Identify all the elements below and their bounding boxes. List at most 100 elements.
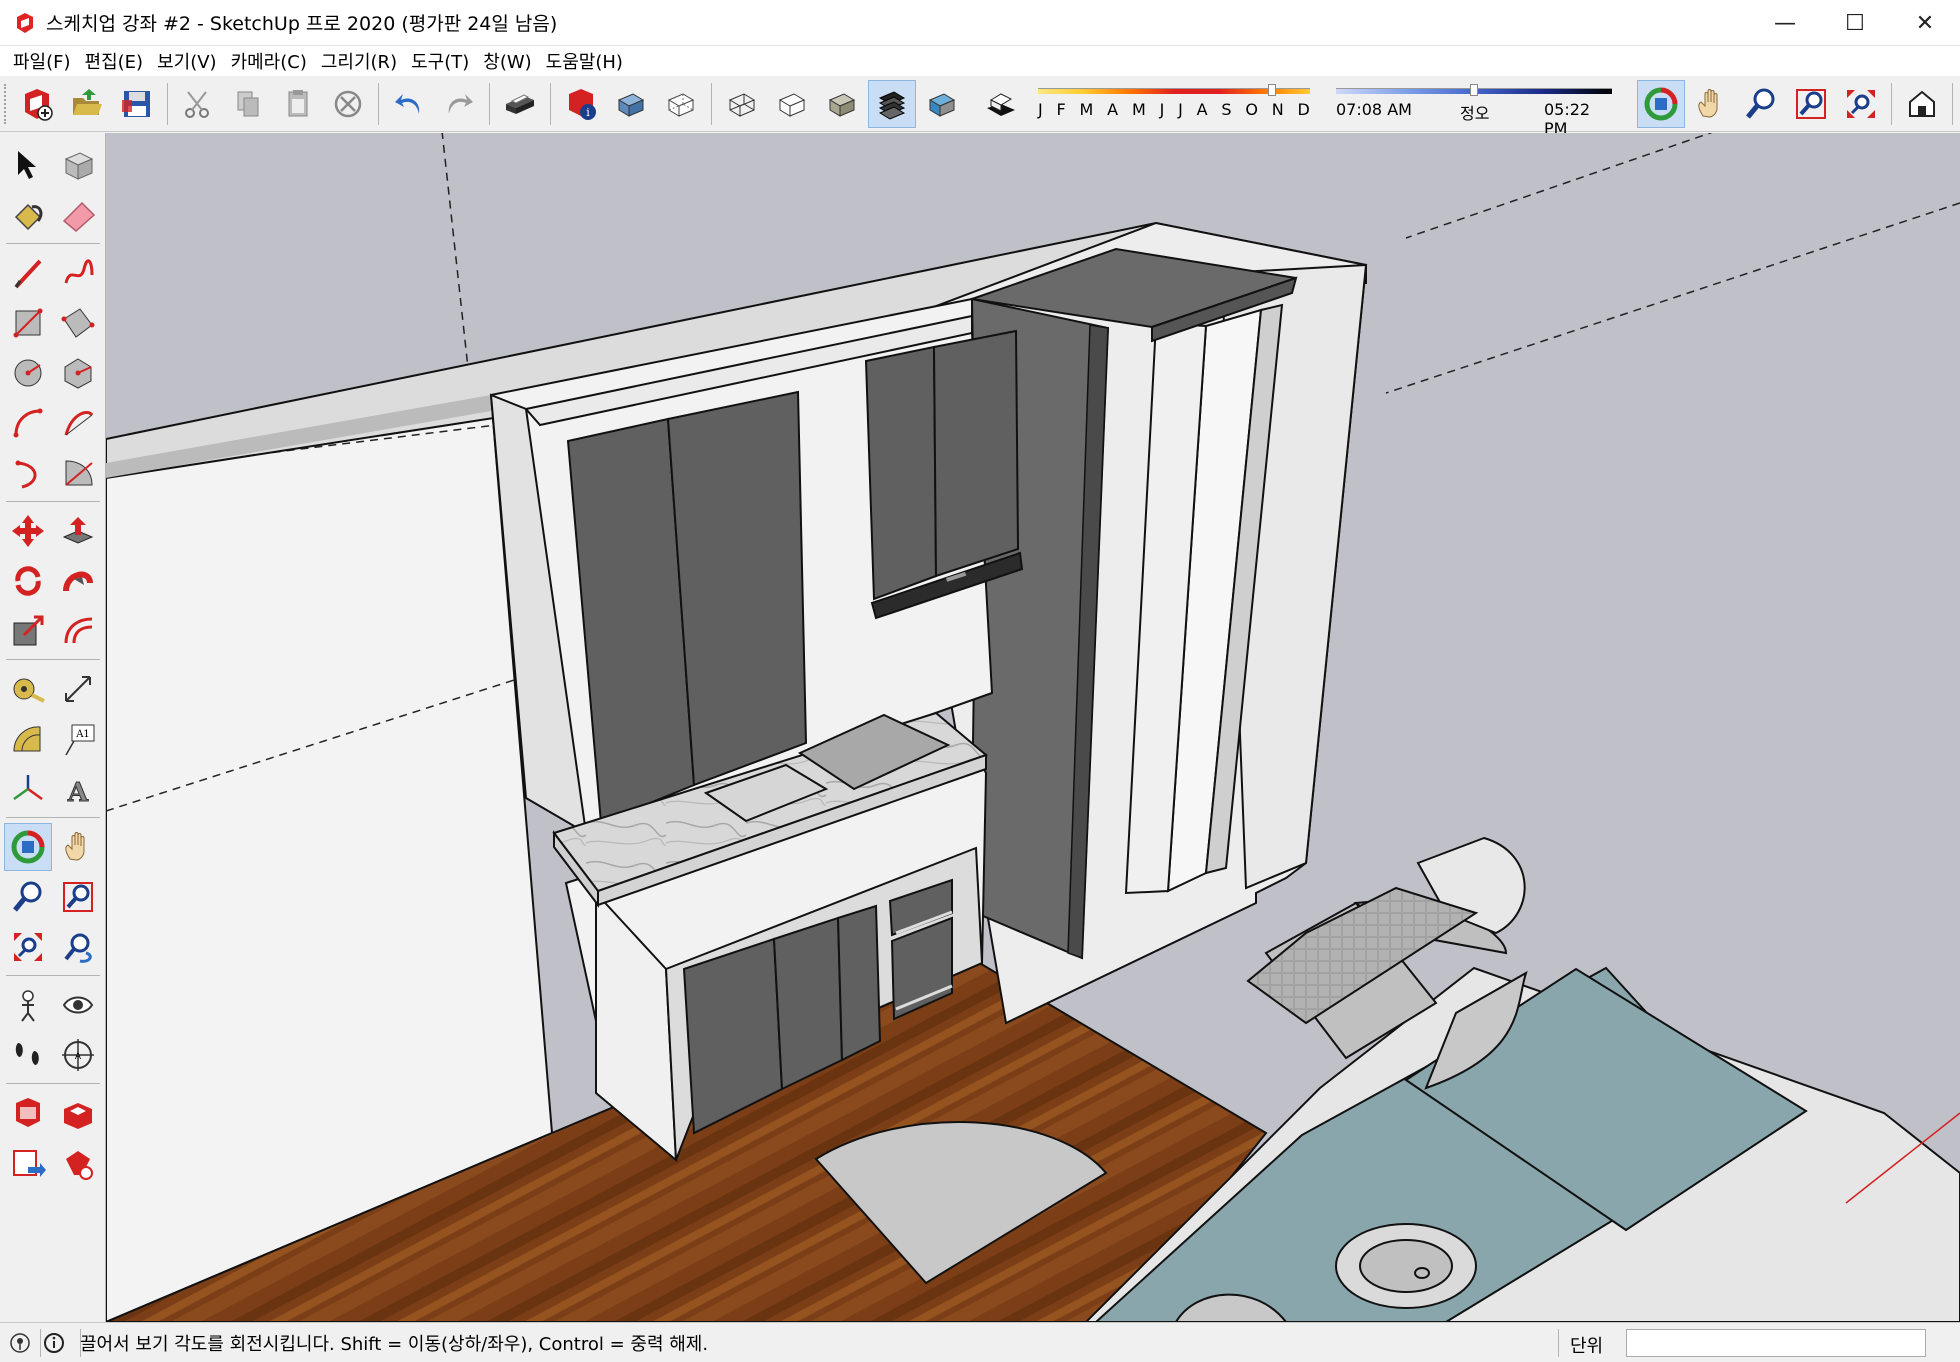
month-label: J xyxy=(1159,100,1165,119)
section-plane-icon[interactable]: A xyxy=(54,1031,102,1079)
menu-camera[interactable]: 카메라(C) xyxy=(224,48,314,74)
month-label: J xyxy=(1178,100,1183,119)
previous-view-icon[interactable] xyxy=(54,923,102,971)
extension-manager-icon[interactable] xyxy=(54,1139,102,1187)
warehouse-icon[interactable] xyxy=(4,1089,52,1137)
maximize-button[interactable]: ☐ xyxy=(1820,0,1890,46)
menu-tools[interactable]: 도구(T) xyxy=(404,48,476,74)
polygon-icon[interactable] xyxy=(54,349,102,397)
face-style-toolbar xyxy=(606,80,967,128)
print-icon[interactable] xyxy=(496,80,544,128)
save-icon[interactable] xyxy=(113,80,161,128)
open-folder-icon[interactable] xyxy=(63,80,111,128)
zoom-window-icon[interactable] xyxy=(54,873,102,921)
model-info-icon[interactable]: i xyxy=(557,80,605,128)
zoom-icon[interactable] xyxy=(1737,80,1785,128)
measurements-label: 단위 xyxy=(1570,1336,1604,1357)
month-label: M xyxy=(1131,100,1146,119)
pie-icon[interactable] xyxy=(54,449,102,497)
zoom-extents-icon[interactable] xyxy=(4,923,52,971)
menu-draw[interactable]: 그리기(R) xyxy=(314,48,404,74)
back-edges-icon[interactable] xyxy=(657,80,705,128)
cut-icon[interactable] xyxy=(174,80,222,128)
line-icon[interactable] xyxy=(4,249,52,297)
month-label: O xyxy=(1245,100,1258,119)
orbit-icon[interactable] xyxy=(1637,80,1685,128)
shaded-textures-icon[interactable] xyxy=(868,80,916,128)
hidden-line-icon[interactable] xyxy=(768,80,816,128)
toolbar-grip[interactable] xyxy=(4,84,8,124)
extension-warehouse-icon[interactable] xyxy=(54,1089,102,1137)
eraser-icon[interactable] xyxy=(54,191,102,239)
status-hint-text: 끌어서 보기 각도를 회전시킵니다. Shift = 이동(상하/좌우), Co… xyxy=(80,1333,709,1355)
tape-measure-icon[interactable] xyxy=(4,665,52,713)
menu-edit[interactable]: 편집(E) xyxy=(78,48,151,74)
copy-icon[interactable] xyxy=(224,80,272,128)
wireframe-icon[interactable] xyxy=(718,80,766,128)
undo-icon[interactable] xyxy=(385,80,433,128)
component-icon[interactable] xyxy=(54,141,102,189)
move-icon[interactable] xyxy=(4,507,52,555)
circle-icon[interactable] xyxy=(4,349,52,397)
shadow-time-slider[interactable]: 07:08 AM 정오 05:22 PM xyxy=(1334,82,1614,138)
zoom-extents-icon[interactable] xyxy=(1837,80,1885,128)
pan-icon[interactable] xyxy=(1687,80,1735,128)
arc-icon[interactable] xyxy=(4,399,52,447)
rotate-icon[interactable] xyxy=(4,557,52,605)
3d-text-icon[interactable]: A xyxy=(54,765,102,813)
offset-icon[interactable] xyxy=(54,607,102,655)
rectangle-icon[interactable] xyxy=(4,299,52,347)
menu-window[interactable]: 창(W) xyxy=(476,48,538,74)
menu-help[interactable]: 도움말(H) xyxy=(539,48,630,74)
axes-icon[interactable] xyxy=(4,765,52,813)
shadows-toggle-icon[interactable] xyxy=(977,80,1025,128)
minimize-button[interactable]: — xyxy=(1750,0,1820,46)
paint-bucket-icon[interactable] xyxy=(4,191,52,239)
info-icon[interactable] xyxy=(40,1329,68,1357)
push-pull-icon[interactable] xyxy=(54,507,102,555)
zoom-window-icon[interactable] xyxy=(1787,80,1835,128)
month-label: F xyxy=(1056,100,1066,119)
scale-icon[interactable] xyxy=(4,607,52,655)
paste-icon[interactable] xyxy=(274,80,322,128)
orbit-icon[interactable] xyxy=(4,823,52,871)
shaded-icon[interactable] xyxy=(818,80,866,128)
svg-text:i: i xyxy=(586,106,590,119)
text-icon[interactable]: A1 xyxy=(54,715,102,763)
rotated-rectangle-icon[interactable] xyxy=(54,299,102,347)
scene-drawing xyxy=(106,133,1960,1322)
follow-me-icon[interactable] xyxy=(54,557,102,605)
walk-icon[interactable] xyxy=(4,1031,52,1079)
protractor-icon[interactable] xyxy=(4,715,52,763)
three-point-arc-icon[interactable] xyxy=(4,449,52,497)
geo-location-icon[interactable] xyxy=(6,1329,34,1357)
time-start-label: 07:08 AM xyxy=(1336,100,1412,119)
send-to-layout-icon[interactable] xyxy=(4,1139,52,1187)
warehouse-icon[interactable] xyxy=(1898,80,1946,128)
zoom-icon[interactable] xyxy=(4,873,52,921)
redo-icon[interactable] xyxy=(435,80,483,128)
title-bar: 스케치업 강좌 #2 - SketchUp 프로 2020 (평가판 24일 남… xyxy=(0,0,1960,46)
dimension-icon[interactable] xyxy=(54,665,102,713)
two-point-arc-icon[interactable] xyxy=(54,399,102,447)
month-label: D xyxy=(1297,100,1310,119)
pan-icon[interactable] xyxy=(54,823,102,871)
shadow-month-slider[interactable]: JFMAMJJASOND xyxy=(1034,82,1314,126)
measurements-input[interactable] xyxy=(1626,1329,1926,1357)
freehand-icon[interactable] xyxy=(54,249,102,297)
erase-icon[interactable] xyxy=(324,80,372,128)
time-slider-thumb[interactable] xyxy=(1470,84,1478,96)
camera-toolbar xyxy=(1624,76,1960,132)
monochrome-icon[interactable] xyxy=(918,80,966,128)
look-around-icon[interactable] xyxy=(54,981,102,1029)
new-model-icon[interactable] xyxy=(13,80,61,128)
menu-file[interactable]: 파일(F) xyxy=(6,48,78,74)
status-bar: 끌어서 보기 각도를 회전시킵니다. Shift = 이동(상하/좌우), Co… xyxy=(0,1322,1960,1362)
month-slider-thumb[interactable] xyxy=(1267,84,1276,96)
menu-view[interactable]: 보기(V) xyxy=(150,48,223,74)
select-icon[interactable] xyxy=(4,141,52,189)
xray-icon[interactable] xyxy=(607,80,655,128)
close-button[interactable]: ✕ xyxy=(1890,0,1960,46)
position-camera-icon[interactable] xyxy=(4,981,52,1029)
model-viewport[interactable] xyxy=(106,133,1960,1322)
